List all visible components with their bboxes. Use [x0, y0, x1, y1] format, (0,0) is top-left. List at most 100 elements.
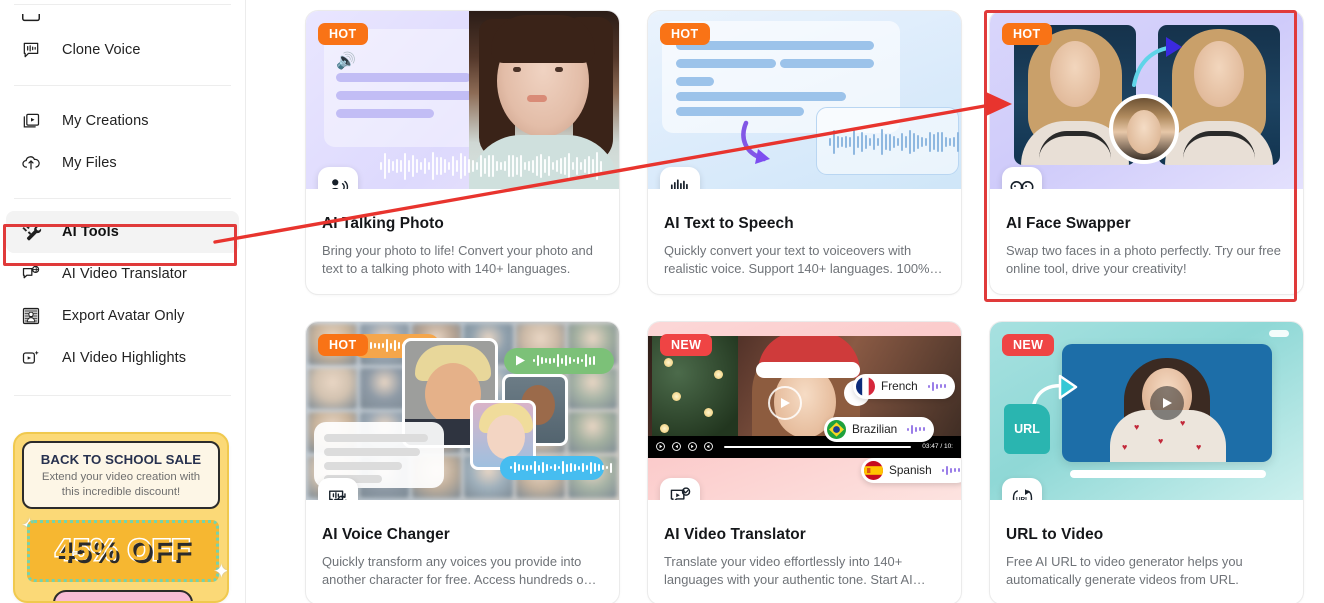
card-description: Translate your video effortlessly into 1… [664, 553, 926, 587]
tool-card-ai-talking-photo[interactable]: HOT 🔊 AI Talking Photo Bring your photo … [305, 10, 620, 295]
video-timestamp: 03:47 / 10: [922, 443, 953, 451]
promo-ribbon: 45% OFF [27, 520, 219, 582]
promo-inner: BACK TO SCHOOL SALE Extend your video cr… [22, 441, 220, 509]
card-description: Free AI URL to video generator helps you… [1006, 553, 1243, 587]
card-title: AI Text to Speech [664, 215, 794, 232]
swap-arrow-icon [1132, 37, 1182, 87]
ai-tools-wrench-icon [20, 221, 42, 243]
face-swap-icon [1002, 167, 1042, 189]
divider-top [14, 4, 231, 5]
promo-banner-back-to-school[interactable]: BACK TO SCHOOL SALE Extend your video cr… [13, 432, 229, 603]
url-file-chip: URL [1004, 403, 1050, 454]
svg-text:URL: URL [1016, 496, 1029, 499]
waveform-decoration [380, 151, 602, 181]
card-thumbnail: HOT [306, 321, 619, 500]
next-icon[interactable] [688, 442, 697, 452]
card-title: AI Talking Photo [322, 215, 444, 232]
language-chip-french: French [853, 373, 955, 399]
audio-bubble-green [504, 347, 614, 374]
sidebar-item-label: AI Tools [62, 224, 119, 240]
card-body: AI Video Translator Translate your video… [648, 500, 961, 603]
card-body: AI Text to Speech Quickly convert your t… [648, 189, 961, 294]
progress-bar[interactable] [724, 445, 912, 448]
ai-video-highlights-icon [20, 347, 42, 369]
sidebar: Clone Voice My Creations My Files AI Too… [0, 0, 246, 603]
card-title: AI Video Translator [664, 525, 806, 543]
sidebar-item-label: My Files [62, 155, 117, 171]
my-files-icon [20, 152, 42, 174]
play-icon[interactable] [656, 442, 665, 452]
status-badge: NEW [660, 333, 713, 356]
card-thumbnail: NEW 03:47 / 10: French Brazilian Spanish [648, 321, 961, 500]
card-description: Quickly transform any voices you provide… [322, 553, 597, 587]
play-button[interactable] [768, 385, 802, 420]
volume-icon[interactable] [704, 442, 713, 452]
sidebar-item-label: AI Video Highlights [62, 350, 187, 366]
card-thumbnail: HOT 🔊 [306, 11, 619, 189]
sidebar-item-export-avatar-only[interactable]: Export Avatar Only [6, 295, 239, 337]
promo-cta-button[interactable] [53, 590, 193, 601]
card-description: Swap two faces in a photo perfectly. Try… [1006, 243, 1281, 277]
my-creations-icon [20, 110, 42, 132]
card-body: AI Voice Changer Quickly transform any v… [306, 500, 619, 603]
card-thumbnail: HOT [648, 11, 961, 189]
tool-card-ai-video-translator[interactable]: NEW 03:47 / 10: French Brazilian Spanish… [647, 320, 962, 603]
tool-card-url-to-video[interactable]: NEW ♥ ♥ ♥ ♥ ♥ URL URL to Video Free AI U… [989, 320, 1304, 603]
language-chip-brazilian: Brazilian [824, 416, 935, 442]
app-root: Clone Voice My Creations My Files AI Too… [0, 0, 1324, 603]
decor-bar [780, 59, 874, 68]
play-icon [516, 355, 525, 366]
sidebar-item-label: AI Video Translator [62, 266, 187, 282]
sidebar-item-my-creations[interactable]: My Creations [6, 100, 239, 142]
card-body: AI Face Swapper Swap two faces in a phot… [990, 189, 1303, 294]
tool-card-ai-voice-changer[interactable]: HOT AI Voice Changer Quickly transform a… [305, 320, 620, 603]
audio-bubble-blue [500, 455, 612, 480]
prev-icon[interactable] [672, 442, 681, 452]
card-title: URL to Video [1006, 525, 1104, 543]
divider-2 [14, 198, 231, 199]
ai-video-translator-icon [20, 263, 42, 285]
sidebar-item-my-files[interactable]: My Files [6, 142, 239, 184]
waveform-icon [660, 167, 700, 189]
flag-france-icon [856, 376, 875, 396]
waveform-box [816, 107, 959, 175]
tool-card-ai-face-swapper[interactable]: HOT AI Face Swapper Swap two faces in a … [989, 10, 1304, 295]
language-chip-spanish: Spanish [861, 457, 961, 483]
language-label: Brazilian [852, 422, 898, 437]
status-badge: HOT [660, 23, 710, 45]
export-avatar-icon [20, 305, 42, 327]
card-description: Quickly convert your text to voiceovers … [664, 243, 943, 277]
divider-1 [14, 85, 231, 86]
ai-tools-grid-panel: HOT 🔊 AI Talking Photo Bring your photo … [246, 0, 1324, 603]
sidebar-item-ai-video-translator[interactable]: AI Video Translator [6, 253, 239, 295]
card-thumbnail: HOT [990, 11, 1303, 189]
partial-cut-icon [20, 14, 42, 24]
speaker-icon: 🔊 [336, 53, 356, 70]
status-badge: HOT [318, 23, 368, 45]
language-label: French [881, 379, 918, 394]
url-to-video-icon: URL [1002, 477, 1042, 500]
sidebar-item-clone-voice[interactable]: Clone Voice [6, 29, 239, 71]
card-title: AI Voice Changer [322, 525, 450, 543]
play-button[interactable] [1150, 385, 1184, 420]
promo-title: BACK TO SCHOOL SALE [40, 452, 202, 467]
tool-card-grid: HOT 🔊 AI Talking Photo Bring your photo … [305, 10, 1324, 603]
sidebar-item-ai-tools[interactable]: AI Tools [6, 211, 239, 253]
card-description: Bring your photo to life! Convert your p… [322, 243, 593, 277]
decor-bar [336, 73, 471, 82]
card-body: URL to Video Free AI URL to video genera… [990, 500, 1303, 603]
face-source-circle [1109, 94, 1179, 164]
sidebar-item-label: Export Avatar Only [62, 308, 185, 324]
camera-nub [1269, 329, 1289, 337]
tool-card-ai-text-to-speech[interactable]: HOT AI Text to Speech Quickly convert yo… [647, 10, 962, 295]
language-label: Spanish [889, 463, 932, 478]
flag-spain-icon [864, 460, 883, 480]
curved-arrow-icon [741, 120, 770, 164]
decor-bar [676, 59, 776, 68]
sidebar-item-ai-video-highlights[interactable]: AI Video Highlights [6, 337, 239, 379]
promo-offer: 45% OFF [54, 533, 191, 569]
card-title: AI Face Swapper [1006, 215, 1131, 232]
decor-bar [336, 109, 434, 118]
flag-brazil-icon [827, 419, 846, 439]
decor-bar [676, 92, 846, 101]
